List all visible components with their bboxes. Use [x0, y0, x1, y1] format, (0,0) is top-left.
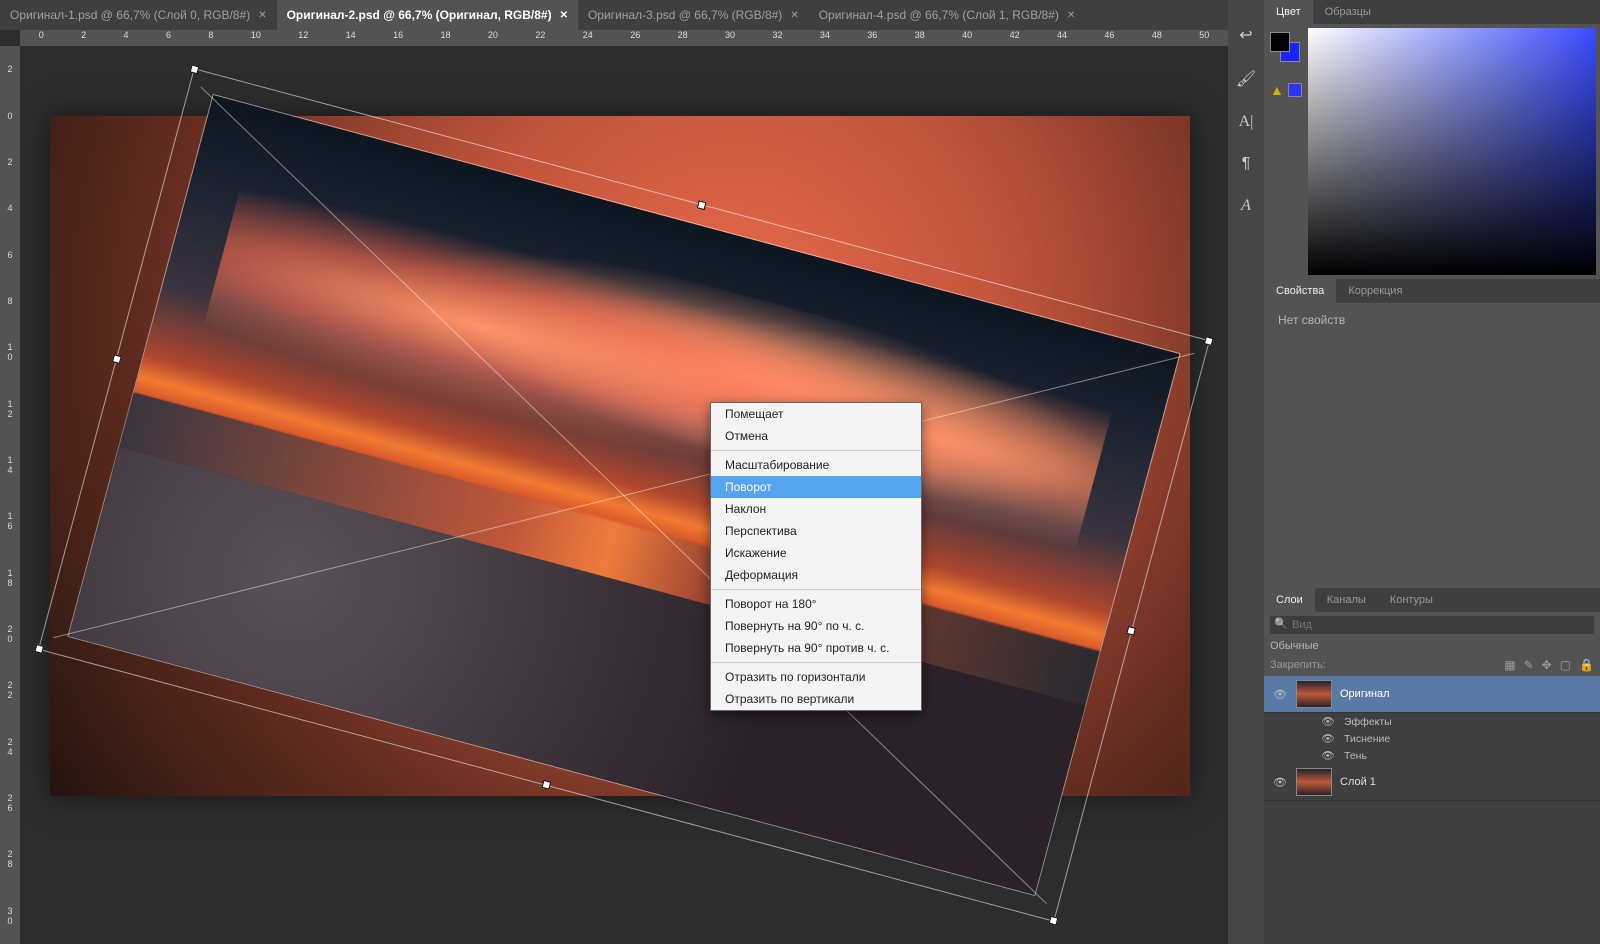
- layer-name: Оригинал: [1340, 688, 1390, 700]
- context-menu-item[interactable]: Наклон: [711, 498, 921, 520]
- panel-tab[interactable]: Слои: [1264, 588, 1315, 612]
- panel-tab[interactable]: Контуры: [1378, 588, 1445, 612]
- context-menu-item[interactable]: Масштабирование: [711, 454, 921, 476]
- gamut-color-swatch[interactable]: [1288, 83, 1302, 97]
- ruler-horizontal: 0246810121416182022242628303234363840424…: [20, 30, 1228, 46]
- transform-handle-bl[interactable]: [34, 644, 44, 654]
- panel-tab[interactable]: Каналы: [1315, 588, 1378, 612]
- foreground-color[interactable]: [1270, 32, 1290, 52]
- panel-tab[interactable]: Цвет: [1264, 0, 1313, 24]
- color-field[interactable]: [1308, 28, 1596, 275]
- visibility-toggle-icon[interactable]: 👁: [1272, 688, 1288, 701]
- context-menu-item[interactable]: Перспектива: [711, 520, 921, 542]
- panel-tab[interactable]: Коррекция: [1336, 279, 1414, 303]
- glyphs-icon[interactable]: A: [1241, 197, 1251, 215]
- layer-row[interactable]: 👁 Оригинал: [1264, 676, 1600, 713]
- character-icon[interactable]: A|: [1239, 113, 1254, 131]
- visibility-toggle-icon[interactable]: 👁: [1320, 732, 1336, 745]
- fx-item[interactable]: Тиснение: [1344, 733, 1390, 745]
- layers-filter-input[interactable]: [1270, 616, 1594, 634]
- lock-brush-icon[interactable]: ✎: [1524, 658, 1534, 672]
- gamut-warning-icon[interactable]: ▲: [1270, 82, 1284, 98]
- layer-list: 👁 Оригинал 👁 Эффекты 👁 Тиснение 👁 Тень 👁 Слой 1: [1264, 676, 1600, 944]
- right-dock: ↩ 🖌 A| ¶ A ЦветОбразцы ▲ СвойстваКоррекц…: [1228, 0, 1600, 944]
- panel-tab[interactable]: Свойства: [1264, 279, 1336, 303]
- layers-filter[interactable]: [1270, 616, 1594, 634]
- brush-icon[interactable]: 🖌: [1236, 69, 1256, 89]
- context-menu-item[interactable]: Повернуть на 90° против ч. с.: [711, 637, 921, 659]
- context-menu-item[interactable]: Повернуть на 90° по ч. с.: [711, 615, 921, 637]
- dock-panels: ЦветОбразцы ▲ СвойстваКоррекция Нет свой…: [1264, 0, 1600, 944]
- ruler-vertical: 2024681 01 21 41 61 82 02 22 42 62 83 0: [0, 46, 20, 944]
- lock-position-icon[interactable]: ✥: [1542, 658, 1552, 672]
- layer-thumbnail: [1296, 680, 1332, 708]
- panel-tab[interactable]: Образцы: [1313, 0, 1383, 24]
- close-icon[interactable]: ✕: [1067, 10, 1075, 21]
- layer-name: Слой 1: [1340, 776, 1376, 788]
- document-tab[interactable]: Оригинал-3.psd @ 66,7% (RGB/8#) ✕: [578, 0, 809, 30]
- dock-toolstrip: ↩ 🖌 A| ¶ A: [1228, 0, 1264, 944]
- visibility-toggle-icon[interactable]: 👁: [1320, 749, 1336, 762]
- document-tab[interactable]: Оригинал-4.psd @ 66,7% (Слой 1, RGB/8#) ✕: [809, 0, 1086, 30]
- document-tab-label: Оригинал-3.psd @ 66,7% (RGB/8#): [588, 8, 782, 22]
- lock-label: Закрепить:: [1270, 659, 1326, 671]
- layer-thumbnail: [1296, 768, 1332, 796]
- fx-header: Эффекты: [1344, 716, 1392, 728]
- properties-panel-tabs: СвойстваКоррекция: [1264, 279, 1600, 303]
- context-menu-item[interactable]: Деформация: [711, 564, 921, 586]
- close-icon[interactable]: ✕: [258, 10, 266, 21]
- document-tab[interactable]: Оригинал-1.psd @ 66,7% (Слой 0, RGB/8#) ✕: [0, 0, 277, 30]
- layers-panel: Обычные Закрепить: ▦ ✎ ✥ ▢ 🔒 👁 Оригинал 👁 Э…: [1264, 612, 1600, 944]
- blend-mode-select[interactable]: Обычные: [1270, 640, 1319, 652]
- context-menu-item[interactable]: Отмена: [711, 425, 921, 447]
- context-menu-item[interactable]: Отразить по вертикали: [711, 688, 921, 710]
- properties-empty-text: Нет свойств: [1278, 313, 1345, 327]
- transform-handle-br[interactable]: [1049, 916, 1059, 926]
- transform-handle-tr[interactable]: [1204, 336, 1214, 346]
- document-tab[interactable]: Оригинал-2.psd @ 66,7% (Оригинал, RGB/8#…: [277, 0, 578, 30]
- visibility-toggle-icon[interactable]: 👁: [1320, 715, 1336, 728]
- color-panel: ▲: [1264, 24, 1600, 279]
- document-tab-label: Оригинал-1.psd @ 66,7% (Слой 0, RGB/8#): [10, 8, 250, 22]
- transform-context-menu: ПомещаетОтмена МасштабированиеПоворотНакл…: [710, 402, 922, 711]
- layers-panel-tabs: СлоиКаналыКонтуры: [1264, 588, 1600, 612]
- color-panel-tabs: ЦветОбразцы: [1264, 0, 1600, 24]
- paragraph-icon[interactable]: ¶: [1242, 155, 1251, 173]
- canvas-area[interactable]: ПомещаетОтмена МасштабированиеПоворотНакл…: [20, 46, 1228, 944]
- document-tab-label: Оригинал-4.psd @ 66,7% (Слой 1, RGB/8#): [819, 8, 1059, 22]
- layer-row[interactable]: 👁 Слой 1: [1264, 764, 1600, 801]
- close-icon[interactable]: ✕: [790, 10, 798, 21]
- context-menu-item[interactable]: Отразить по горизонтали: [711, 666, 921, 688]
- transform-handle-tl[interactable]: [190, 64, 200, 74]
- lock-mask-icon[interactable]: ▢: [1560, 658, 1571, 672]
- context-menu-item[interactable]: Помещает: [711, 403, 921, 425]
- context-menu-item[interactable]: Поворот на 180°: [711, 593, 921, 615]
- document-tab-label: Оригинал-2.psd @ 66,7% (Оригинал, RGB/8#…: [287, 8, 552, 22]
- lock-pixels-icon[interactable]: ▦: [1504, 658, 1515, 672]
- lock-all-icon[interactable]: 🔒: [1579, 658, 1594, 672]
- context-menu-item[interactable]: Поворот: [711, 476, 921, 498]
- context-menu-item[interactable]: Искажение: [711, 542, 921, 564]
- visibility-toggle-icon[interactable]: 👁: [1272, 776, 1288, 789]
- properties-panel: Нет свойств: [1264, 303, 1600, 588]
- history-icon[interactable]: ↩: [1239, 25, 1252, 45]
- foreground-background-swatch[interactable]: [1270, 32, 1300, 62]
- fx-item[interactable]: Тень: [1344, 750, 1367, 762]
- close-icon[interactable]: ✕: [560, 10, 568, 21]
